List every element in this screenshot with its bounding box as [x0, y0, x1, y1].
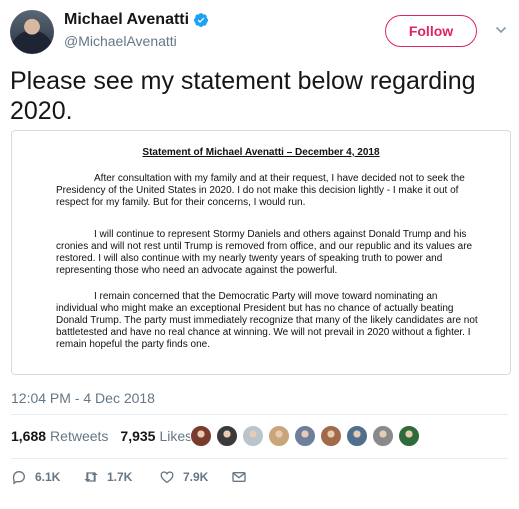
- liker-avatar[interactable]: [346, 425, 368, 447]
- retweet-button[interactable]: 1.7K: [83, 469, 132, 485]
- verified-badge-icon: [194, 13, 209, 27]
- divider: [11, 414, 508, 415]
- statement-title: Statement of Michael Avenatti – December…: [142, 147, 380, 158]
- reply-button[interactable]: 6.1K: [11, 469, 60, 485]
- statement-image[interactable]: Statement of Michael Avenatti – December…: [11, 130, 511, 375]
- author-avatar[interactable]: [10, 10, 54, 54]
- retweets-count[interactable]: 1,688: [11, 428, 46, 444]
- liker-avatar[interactable]: [294, 425, 316, 447]
- chevron-down-icon[interactable]: [495, 24, 507, 36]
- reply-icon: [12, 470, 26, 485]
- heart-icon: [160, 471, 174, 484]
- statement-paragraph: I will continue to represent Stormy Dani…: [56, 229, 473, 276]
- liker-avatar[interactable]: [216, 425, 238, 447]
- liker-avatars: [190, 425, 424, 447]
- tweet-timestamp[interactable]: 12:04 PM - 4 Dec 2018: [11, 390, 155, 406]
- liker-avatar[interactable]: [190, 425, 212, 447]
- liker-avatar[interactable]: [372, 425, 394, 447]
- statement-paragraph: I remain concerned that the Democratic P…: [56, 291, 478, 350]
- envelope-icon: [232, 472, 246, 482]
- tweet-actions: 6.1K 1.7K 7.9K: [11, 469, 511, 493]
- liker-avatar[interactable]: [242, 425, 264, 447]
- retweet-icon: [84, 472, 98, 482]
- retweet-count: 1.7K: [107, 470, 133, 484]
- like-count: 7.9K: [183, 470, 209, 484]
- likes-count[interactable]: 7,935: [120, 428, 155, 444]
- reply-count: 6.1K: [35, 470, 61, 484]
- divider: [11, 458, 508, 459]
- author-display-name[interactable]: Michael Avenatti: [64, 11, 189, 29]
- liker-avatar[interactable]: [398, 425, 420, 447]
- likes-label[interactable]: Likes: [159, 428, 192, 444]
- statement-paragraph: After consultation with my family and at…: [56, 173, 465, 208]
- direct-message-button[interactable]: [231, 469, 255, 485]
- tweet-header: Michael Avenatti @MichaelAvenatti Follow: [0, 0, 519, 60]
- liker-avatar[interactable]: [268, 425, 290, 447]
- like-button[interactable]: 7.9K: [159, 469, 208, 485]
- tweet-text: Please see my statement below regarding …: [10, 67, 476, 125]
- tweet-stats: 1,688 Retweets 7,935 Likes: [11, 428, 192, 444]
- liker-avatar[interactable]: [320, 425, 342, 447]
- author-name-line[interactable]: Michael Avenatti: [64, 11, 209, 29]
- follow-button[interactable]: Follow: [385, 15, 477, 47]
- retweets-label[interactable]: Retweets: [50, 428, 108, 444]
- author-handle[interactable]: @MichaelAvenatti: [64, 33, 177, 49]
